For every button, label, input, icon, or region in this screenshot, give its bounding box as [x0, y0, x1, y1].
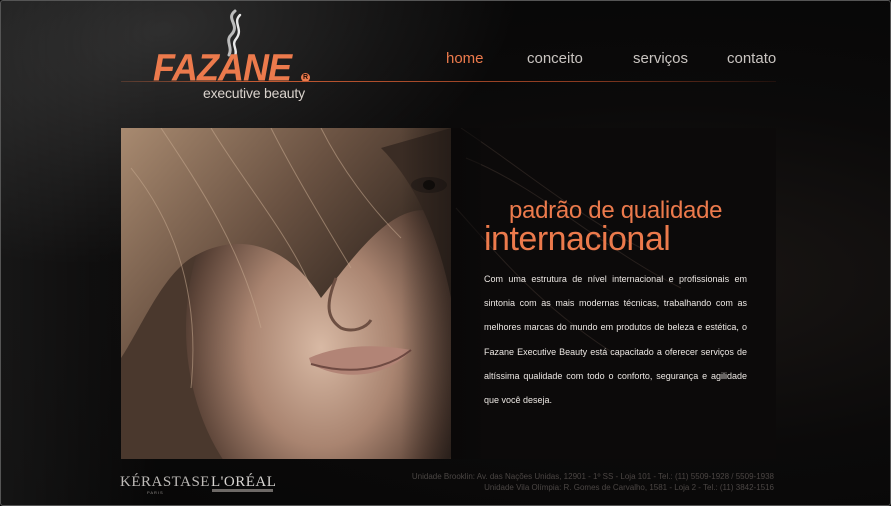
kerastase-logo-sub: PARIS	[147, 490, 164, 495]
hero-body-text: Com uma estrutura de nível internacional…	[484, 274, 747, 406]
logo-tagline: executive beauty	[203, 85, 305, 101]
nav-servicos[interactable]: serviços	[633, 50, 688, 67]
nav-home[interactable]: home	[446, 50, 484, 67]
address-vila-olimpia: Unidade Vila Olímpia: R. Gomes de Carval…	[484, 483, 774, 492]
loreal-logo-underline	[212, 489, 273, 492]
nav-contato[interactable]: contato	[727, 50, 776, 67]
kerastase-logo: KÉRASTASE	[120, 474, 210, 490]
header-divider	[121, 81, 776, 82]
headline-line2: internacional	[484, 220, 671, 258]
nav-conceito[interactable]: conceito	[527, 50, 583, 67]
footer-address: Unidade Brooklin: Av. das Nações Unidas,…	[412, 471, 774, 493]
page-frame: FAZANE R executive beauty home conceito …	[0, 0, 891, 506]
address-brooklin: Unidade Brooklin: Av. das Nações Unidas,…	[411, 472, 774, 481]
